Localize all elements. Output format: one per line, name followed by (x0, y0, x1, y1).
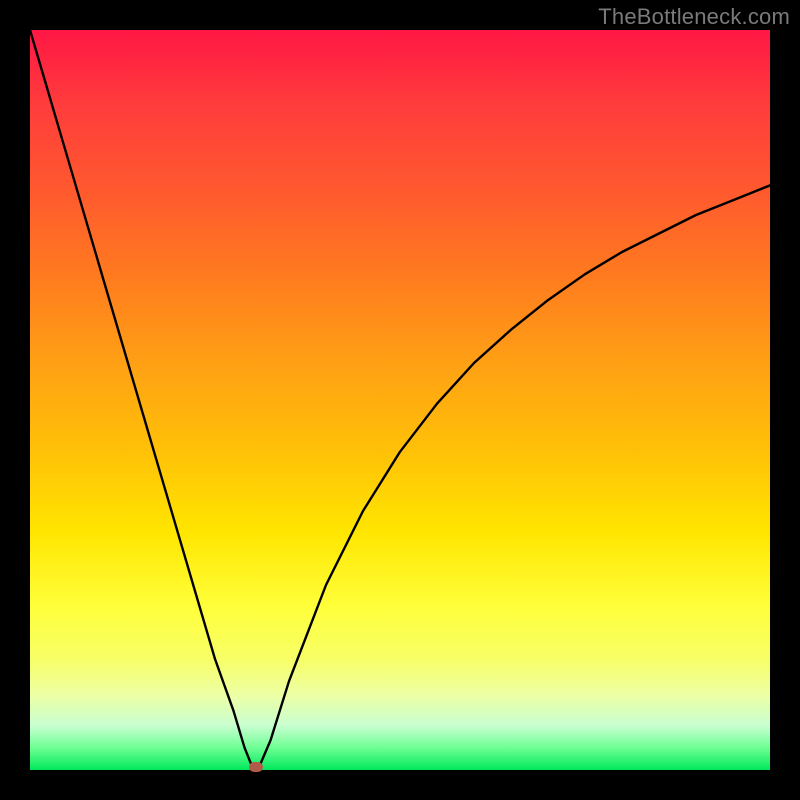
bottleneck-curve (30, 30, 770, 766)
curve-svg (30, 30, 770, 770)
plot-area (30, 30, 770, 770)
watermark-text: TheBottleneck.com (598, 4, 790, 30)
optimal-point-marker (249, 762, 263, 772)
chart-frame: TheBottleneck.com (0, 0, 800, 800)
